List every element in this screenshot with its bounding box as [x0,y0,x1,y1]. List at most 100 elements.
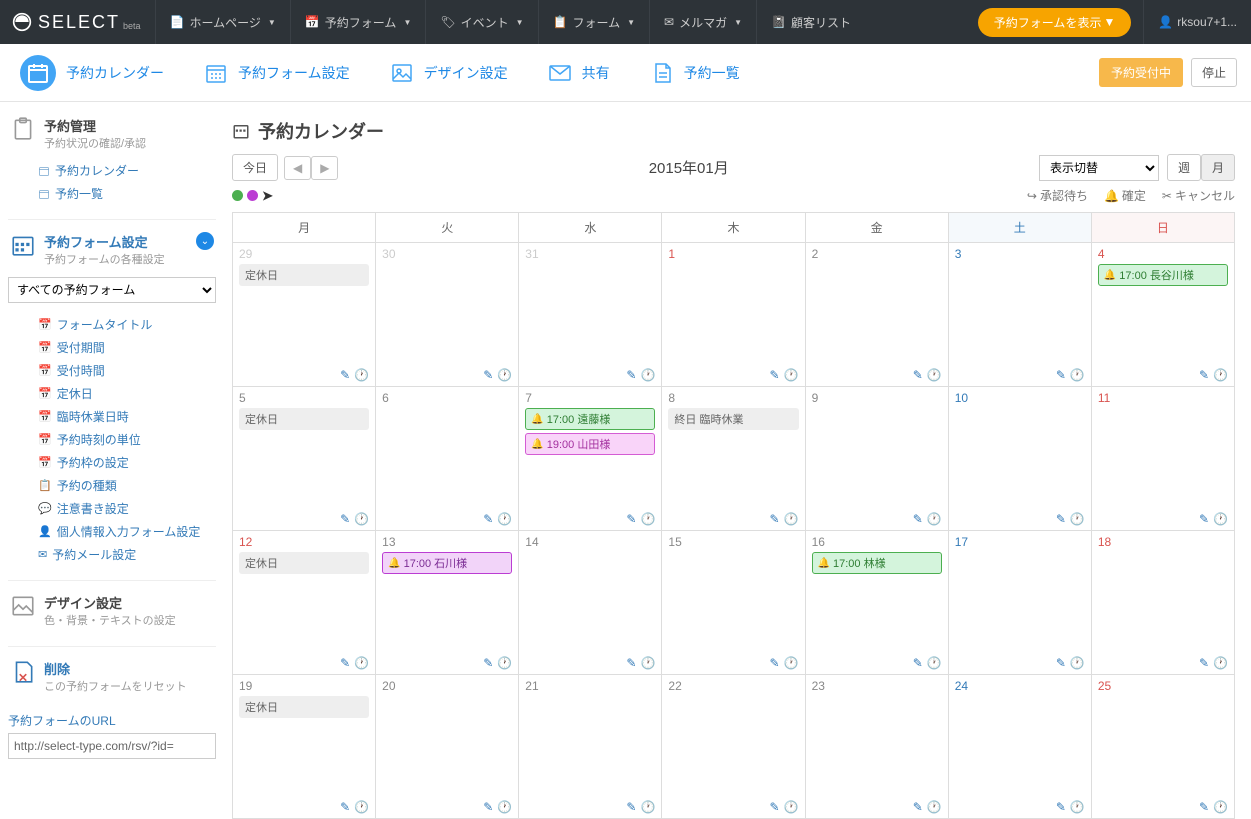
clock-cell-icon[interactable]: 🕐 [1213,368,1228,382]
edit-cell-icon[interactable]: ✎ [913,800,923,814]
event-tag[interactable]: 🔔19:00 山田様 [525,433,655,455]
edit-cell-icon[interactable]: ✎ [1056,368,1066,382]
legend-pending[interactable]: ↪ 承認待ち [1027,187,1088,204]
edit-cell-icon[interactable]: ✎ [913,656,923,670]
sidebar-link[interactable]: 💬注意書き設定 [38,497,216,520]
calendar-cell[interactable]: 11✎🕐 [1092,386,1234,530]
today-button[interactable]: 今日 [232,154,278,181]
edit-cell-icon[interactable]: ✎ [1199,368,1209,382]
calendar-cell[interactable]: 31✎🕐 [519,242,662,386]
clock-cell-icon[interactable]: 🕐 [1213,656,1228,670]
side-sec-delete[interactable]: 削除この予約フォームをリセット [8,655,216,698]
calendar-cell[interactable]: 21✎🕐 [519,674,662,818]
edit-cell-icon[interactable]: ✎ [1199,656,1209,670]
calendar-cell[interactable]: 16🔔17:00 林様✎🕐 [806,530,949,674]
edit-cell-icon[interactable]: ✎ [483,800,493,814]
calendar-cell[interactable]: 8終日 臨時休業✎🕐 [662,386,805,530]
calendar-cell[interactable]: 22✎🕐 [662,674,805,818]
clock-cell-icon[interactable]: 🕐 [927,656,942,670]
edit-cell-icon[interactable]: ✎ [1199,800,1209,814]
event-tag[interactable]: 🔔17:00 長谷川様 [1098,264,1228,286]
sidebar-link[interactable]: 📅受付期間 [38,336,216,359]
calendar-cell[interactable]: 10✎🕐 [949,386,1092,530]
legend-arrow-icon[interactable]: ➤ [262,188,273,204]
show-form-button[interactable]: 予約フォームを表示 ▼ [978,8,1132,37]
user-menu[interactable]: 👤 rksou7+1... [1143,0,1251,44]
clock-cell-icon[interactable]: 🕐 [497,512,512,526]
calendar-cell[interactable]: 6✎🕐 [376,386,519,530]
clock-cell-icon[interactable]: 🕐 [497,368,512,382]
calendar-cell[interactable]: 1✎🕐 [662,242,805,386]
clock-cell-icon[interactable]: 🕐 [1070,368,1085,382]
clock-cell-icon[interactable]: 🕐 [1070,656,1085,670]
clock-cell-icon[interactable]: 🕐 [927,800,942,814]
stop-button[interactable]: 停止 [1191,58,1237,87]
clock-cell-icon[interactable]: 🕐 [640,656,655,670]
calendar-cell[interactable]: 29定休日✎🕐 [233,242,376,386]
clock-cell-icon[interactable]: 🕐 [640,368,655,382]
calendar-cell[interactable]: 20✎🕐 [376,674,519,818]
sidebar-link[interactable]: ✉予約メール設定 [38,543,216,566]
calendar-cell[interactable]: 7🔔17:00 遠藤様🔔19:00 山田様✎🕐 [519,386,662,530]
nav-form[interactable]: 📋 フォーム▼ [538,0,650,44]
clock-cell-icon[interactable]: 🕐 [784,368,799,382]
side-sec-form-settings[interactable]: 予約フォーム設定予約フォームの各種設定 ⌄ [8,228,216,271]
sidebar-link[interactable]: 📋予約の種類 [38,474,216,497]
event-tag[interactable]: 🔔17:00 遠藤様 [525,408,655,430]
calendar-cell[interactable]: 24✎🕐 [949,674,1092,818]
calendar-cell[interactable]: 3✎🕐 [949,242,1092,386]
nav-reservation-form[interactable]: 📅 予約フォーム▼ [290,0,426,44]
edit-cell-icon[interactable]: ✎ [1056,656,1066,670]
clock-cell-icon[interactable]: 🕐 [354,800,369,814]
calendar-cell[interactable]: 19定休日✎🕐 [233,674,376,818]
clock-cell-icon[interactable]: 🕐 [927,512,942,526]
clock-cell-icon[interactable]: 🕐 [497,656,512,670]
event-tag[interactable]: 🔔17:00 石川様 [382,552,512,574]
clock-cell-icon[interactable]: 🕐 [497,800,512,814]
edit-cell-icon[interactable]: ✎ [340,800,350,814]
legend-cancel[interactable]: ✂ キャンセル [1162,187,1235,204]
event-tag[interactable]: 終日 臨時休業 [668,408,798,430]
sidebar-link[interactable]: 予約カレンダー [38,159,216,182]
clock-cell-icon[interactable]: 🕐 [784,656,799,670]
edit-cell-icon[interactable]: ✎ [770,800,780,814]
clock-cell-icon[interactable]: 🕐 [354,512,369,526]
edit-cell-icon[interactable]: ✎ [340,656,350,670]
chevron-down-icon[interactable]: ⌄ [196,232,214,250]
sidebar-link[interactable]: 📅フォームタイトル [38,313,216,336]
edit-cell-icon[interactable]: ✎ [770,368,780,382]
clock-cell-icon[interactable]: 🕐 [784,512,799,526]
calendar-cell[interactable]: 30✎🕐 [376,242,519,386]
sidebar-link[interactable]: 📅予約枠の設定 [38,451,216,474]
next-month-button[interactable]: ▶ [311,156,338,180]
calendar-cell[interactable]: 23✎🕐 [806,674,949,818]
clock-cell-icon[interactable]: 🕐 [640,800,655,814]
subnav-list[interactable]: 予約一覧 [630,44,760,102]
calendar-cell[interactable]: 9✎🕐 [806,386,949,530]
calendar-cell[interactable]: 5定休日✎🕐 [233,386,376,530]
sidebar-link[interactable]: 📅定休日 [38,382,216,405]
clock-cell-icon[interactable]: 🕐 [1213,800,1228,814]
clock-cell-icon[interactable]: 🕐 [1213,512,1228,526]
clock-cell-icon[interactable]: 🕐 [354,368,369,382]
calendar-cell[interactable]: 13🔔17:00 石川様✎🕐 [376,530,519,674]
nav-event[interactable]: 🏷 イベント▼ [425,0,537,44]
clock-cell-icon[interactable]: 🕐 [1070,512,1085,526]
edit-cell-icon[interactable]: ✎ [483,656,493,670]
sidebar-link[interactable]: 👤個人情報入力フォーム設定 [38,520,216,543]
sidebar-link[interactable]: 📅臨時休業日時 [38,405,216,428]
calendar-cell[interactable]: 12定休日✎🕐 [233,530,376,674]
sidebar-link[interactable]: 予約一覧 [38,182,216,205]
edit-cell-icon[interactable]: ✎ [340,512,350,526]
clock-cell-icon[interactable]: 🕐 [354,656,369,670]
month-button[interactable]: 月 [1201,154,1235,181]
brand[interactable]: SELECT beta [0,0,155,44]
edit-cell-icon[interactable]: ✎ [483,512,493,526]
calendar-cell[interactable]: 17✎🕐 [949,530,1092,674]
edit-cell-icon[interactable]: ✎ [626,368,636,382]
nav-customer-list[interactable]: 📓 顧客リスト [756,0,865,44]
sidebar-link[interactable]: 📅予約時刻の単位 [38,428,216,451]
edit-cell-icon[interactable]: ✎ [770,512,780,526]
event-tag[interactable]: 🔔17:00 林様 [812,552,942,574]
edit-cell-icon[interactable]: ✎ [626,656,636,670]
